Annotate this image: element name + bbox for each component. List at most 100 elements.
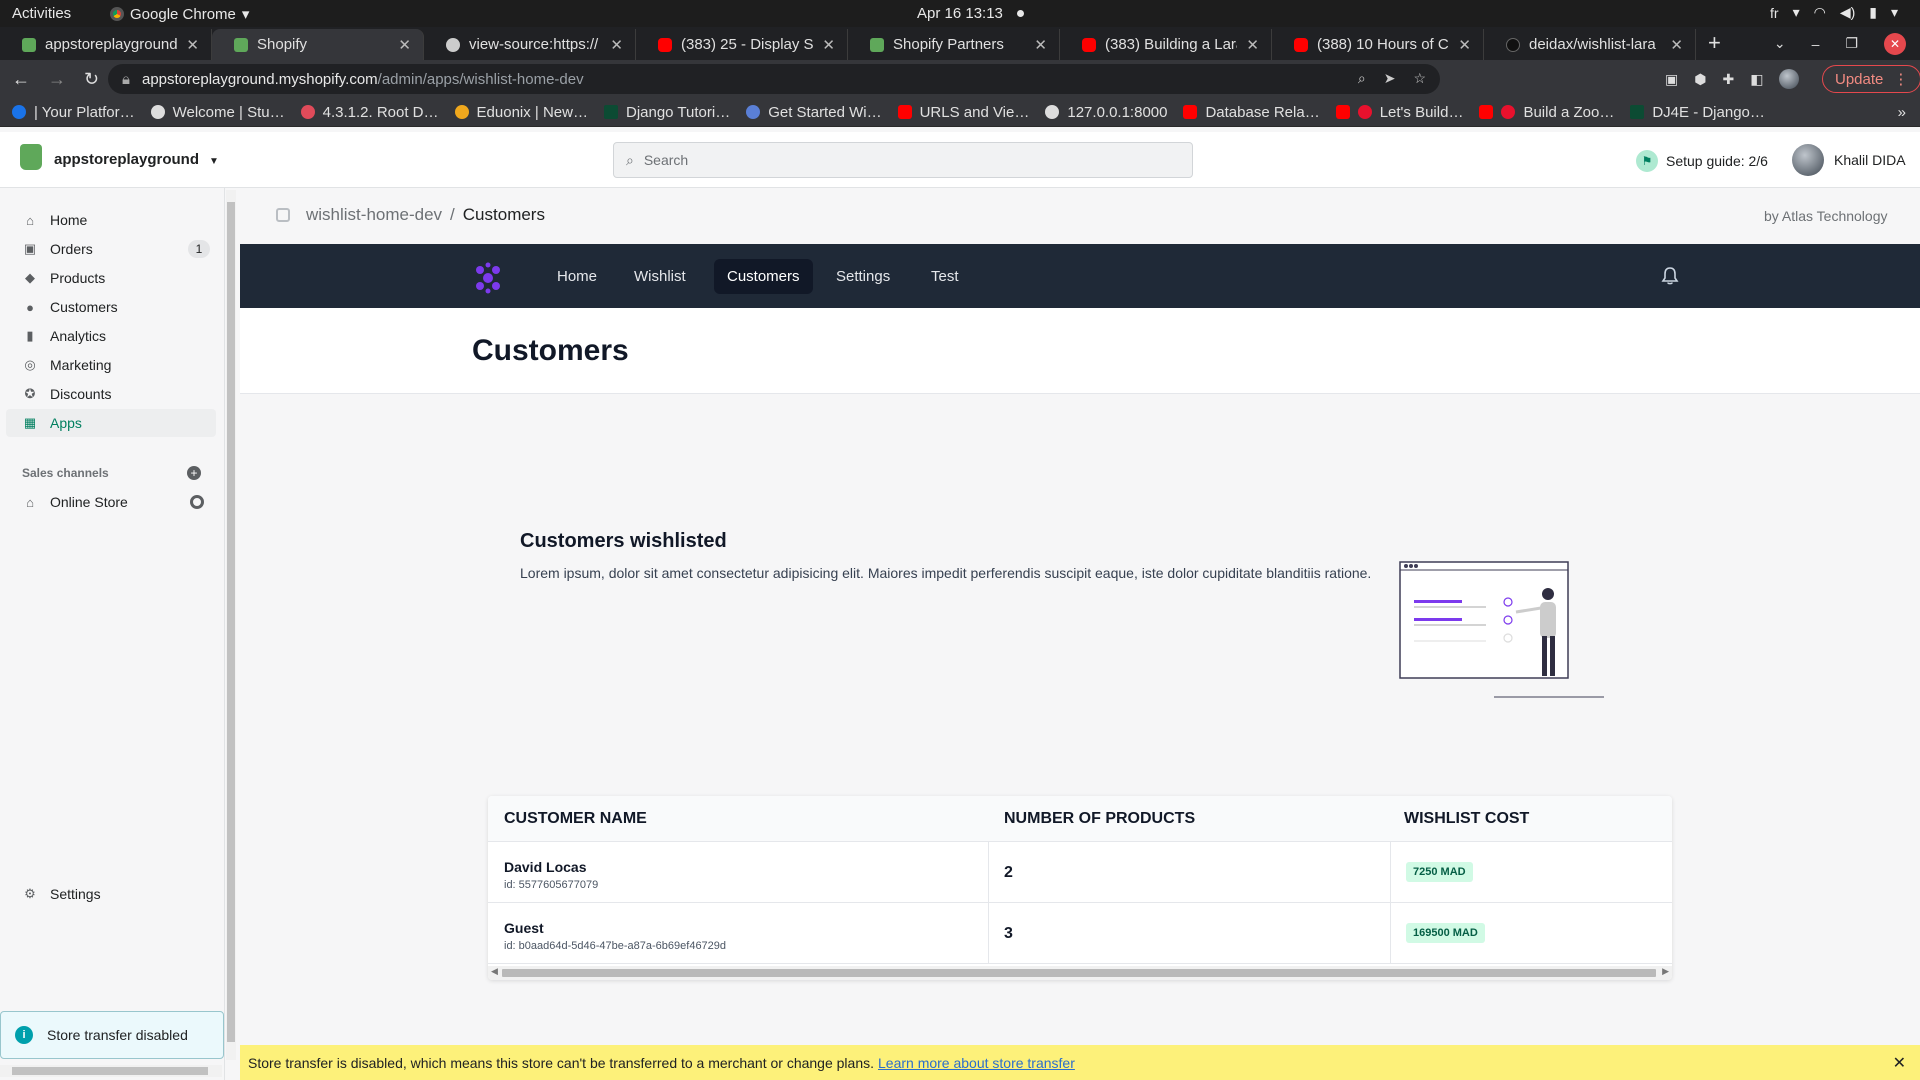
- close-icon[interactable]: ✕: [1246, 36, 1259, 54]
- table-horizontal-scrollbar[interactable]: ◀ ▶: [488, 966, 1672, 980]
- bookmark-item[interactable]: Welcome | Stu…: [150, 104, 285, 121]
- scrollbar-thumb[interactable]: [227, 202, 235, 1042]
- address-bar[interactable]: 🔒︎ appstoreplayground.myshopify.com/admi…: [108, 64, 1440, 94]
- table-row[interactable]: David Locas id: 5577605677079 2 7250 MAD: [488, 842, 1672, 903]
- setup-guide-button[interactable]: ⚑ Setup guide: 2/6: [1636, 150, 1768, 172]
- app-nav-settings[interactable]: Settings: [823, 259, 903, 294]
- shopify-icon: [870, 37, 884, 52]
- close-icon[interactable]: ✕: [186, 36, 199, 54]
- bookmark-item[interactable]: Build a Zoo…: [1479, 104, 1614, 121]
- horizontal-scrollbar[interactable]: [0, 1065, 222, 1077]
- close-icon[interactable]: ✕: [398, 36, 411, 54]
- sidebar-item-analytics[interactable]: ▮ Analytics: [6, 322, 216, 350]
- browser-tab[interactable]: deidax/wishlist-lara ✕: [1484, 29, 1696, 60]
- browser-tab[interactable]: view-source:https:// ✕: [424, 29, 636, 60]
- minimize-icon[interactable]: –: [1812, 36, 1820, 52]
- bookmark-icon: [603, 105, 618, 119]
- bookmark-item[interactable]: Get Started Wi…: [746, 104, 882, 121]
- app-nav-wishlist[interactable]: Wishlist: [621, 259, 699, 294]
- os-top-bar: Activities Google Chrome ▾ Apr 16 13:13 …: [0, 0, 1920, 27]
- bookmark-item[interactable]: Database Rela…: [1183, 104, 1320, 121]
- shopify-logo-icon[interactable]: [20, 144, 42, 170]
- lock-icon[interactable]: 🔒︎: [122, 71, 130, 88]
- activities-button[interactable]: Activities: [12, 5, 71, 22]
- update-label: Update: [1835, 70, 1884, 88]
- browser-tab[interactable]: (383) 25 - Display Sho ✕: [636, 29, 848, 60]
- url-text: appstoreplayground.myshopify.com/admin/a…: [141, 70, 584, 88]
- close-icon[interactable]: ✕: [822, 36, 835, 54]
- bookmarks-overflow-icon[interactable]: »: [1898, 104, 1906, 121]
- close-icon[interactable]: ✕: [610, 36, 623, 54]
- sidebar-item-apps[interactable]: ▦ Apps: [6, 409, 216, 437]
- close-icon[interactable]: ✕: [1893, 1053, 1906, 1073]
- bookmark-item[interactable]: Let's Build…: [1335, 104, 1463, 121]
- close-icon[interactable]: ✕: [1670, 36, 1683, 54]
- bookmark-item[interactable]: Django Tutori…: [603, 104, 730, 121]
- store-transfer-status[interactable]: i Store transfer disabled: [0, 1011, 224, 1059]
- bookmark-item[interactable]: 127.0.0.1:8000: [1045, 104, 1167, 121]
- sidebar-item-discounts[interactable]: ✪ Discounts: [6, 380, 216, 408]
- breadcrumb-app-link[interactable]: wishlist-home-dev: [306, 205, 442, 225]
- app-menu[interactable]: Google Chrome ▾: [110, 5, 249, 23]
- store-switcher[interactable]: appstoreplayground ▼: [54, 151, 219, 168]
- table-row[interactable]: Guest id: b0aad64d-5d46-47be-a87a-6b69ef…: [488, 903, 1672, 964]
- system-tray[interactable]: fr ▾ ◠ ◀) ▮ ▾: [1770, 4, 1898, 21]
- close-icon[interactable]: ✕: [1034, 36, 1047, 54]
- side-panel-icon[interactable]: ◧: [1750, 71, 1763, 88]
- bookmark-item[interactable]: DJ4E - Django…: [1630, 104, 1765, 121]
- bookmark-item[interactable]: URLS and Vie…: [897, 104, 1029, 121]
- sidebar-item-settings[interactable]: ⚙ Settings: [6, 880, 216, 908]
- clock[interactable]: Apr 16 13:13: [917, 5, 1003, 22]
- browser-tab[interactable]: appstoreplayground ✕: [0, 29, 212, 60]
- bookmark-item[interactable]: Eduonix | New…: [454, 104, 588, 121]
- profile-avatar[interactable]: [1779, 69, 1800, 89]
- reload-icon[interactable]: ↻: [84, 69, 99, 90]
- bookmark-item[interactable]: | Your Platfor…: [12, 104, 135, 121]
- forward-arrow-icon[interactable]: →: [48, 69, 66, 90]
- zoom-icon[interactable]: ⌕: [1358, 70, 1366, 87]
- new-tab-button[interactable]: +: [1708, 30, 1721, 56]
- scroll-right-icon[interactable]: ▶: [1662, 966, 1669, 977]
- window-close-icon[interactable]: ✕: [1884, 32, 1906, 55]
- app-nav-home[interactable]: Home: [544, 259, 610, 294]
- bookmark-star-icon[interactable]: ☆: [1413, 70, 1426, 87]
- browser-tab[interactable]: Shopify Partners ✕: [848, 29, 1060, 60]
- update-button[interactable]: Update ⋮: [1822, 65, 1920, 93]
- eye-icon[interactable]: [190, 495, 204, 509]
- app-nav-customers[interactable]: Customers: [714, 259, 813, 294]
- browser-tab-active[interactable]: Shopify ✕: [212, 29, 424, 60]
- sidebar-scrollbar[interactable]: [226, 190, 236, 1060]
- tab-search-icon[interactable]: ⌄: [1774, 35, 1786, 52]
- search-input[interactable]: ⌕ Search: [613, 142, 1193, 178]
- column-header: CUSTOMER NAME: [504, 810, 647, 827]
- app-navbar: Home Wishlist Customers Settings Test: [240, 244, 1920, 308]
- puzzle-icon[interactable]: ✚: [1722, 71, 1734, 88]
- back-arrow-icon[interactable]: ←: [12, 69, 30, 90]
- user-menu[interactable]: Khalil DIDA: [1792, 144, 1906, 176]
- close-icon[interactable]: ✕: [1458, 36, 1471, 54]
- scroll-left-icon[interactable]: ◀: [491, 966, 498, 977]
- browser-tab[interactable]: (388) 10 Hours of Ce ✕: [1272, 29, 1484, 60]
- sidebar-item-marketing[interactable]: ◎ Marketing: [6, 351, 216, 379]
- search-placeholder: Search: [643, 152, 689, 168]
- app-nav-test[interactable]: Test: [918, 259, 972, 294]
- learn-more-link[interactable]: Learn more about store transfer: [878, 1055, 1075, 1071]
- language-indicator[interactable]: fr: [1770, 5, 1779, 21]
- extension-icon[interactable]: ⬢: [1694, 71, 1706, 88]
- bookmark-item[interactable]: 4.3.1.2. Root D…: [300, 104, 439, 121]
- add-sales-channel-icon[interactable]: +: [187, 466, 201, 480]
- restore-icon[interactable]: ❐: [1845, 35, 1858, 52]
- sidebar-item-products[interactable]: ◆ Products: [6, 264, 216, 292]
- bell-icon[interactable]: [1660, 266, 1680, 286]
- extension-icon[interactable]: ▣: [1665, 71, 1678, 88]
- scrollbar-thumb[interactable]: [12, 1067, 208, 1075]
- sidebar-item-home[interactable]: ⌂ Home: [6, 206, 216, 234]
- send-icon[interactable]: ➤: [1384, 70, 1396, 87]
- sidebar-item-orders[interactable]: ▣ Orders 1: [6, 235, 216, 263]
- sidebar-item-online-store[interactable]: ⌂ Online Store: [6, 488, 216, 516]
- sidebar-item-customers[interactable]: ● Customers: [6, 293, 216, 321]
- scrollbar-thumb[interactable]: [502, 969, 1656, 977]
- app-logo-icon[interactable]: [472, 262, 504, 294]
- shopify-icon: [22, 37, 36, 52]
- browser-tab[interactable]: (383) Building a Lara ✕: [1060, 29, 1272, 60]
